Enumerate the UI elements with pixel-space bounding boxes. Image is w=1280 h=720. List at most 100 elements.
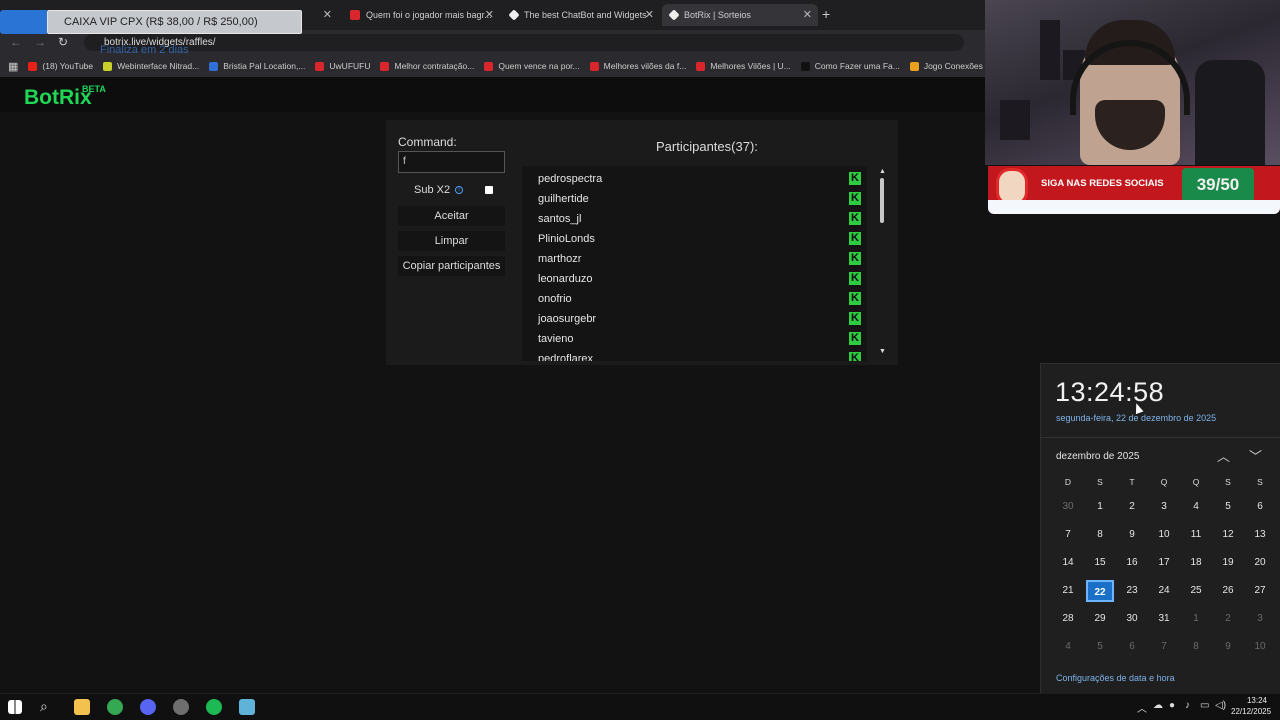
calendar-day[interactable]: 5 — [1086, 636, 1114, 658]
calendar-day[interactable]: 9 — [1214, 636, 1242, 658]
kick-logo-icon: K — [849, 212, 861, 225]
url-field[interactable]: botrix.live/widgets/raffles/ — [84, 34, 964, 51]
taskbar-clock[interactable]: 13:24 22/12/2025 — [1231, 695, 1271, 717]
tab-close-icon[interactable]: ✕ — [645, 8, 654, 21]
scroll-thumb[interactable] — [880, 178, 884, 223]
calendar-day[interactable]: 18 — [1182, 552, 1210, 574]
calendar-day[interactable]: 6 — [1246, 496, 1274, 518]
calendar-day[interactable]: 5 — [1214, 496, 1242, 518]
volume-icon[interactable]: ◁) — [1215, 700, 1226, 711]
calendar-day[interactable]: 30 — [1118, 608, 1146, 630]
date-time-settings-link[interactable]: Configurações de data e hora — [1056, 673, 1175, 683]
participants-list[interactable]: pedrospectra Kguilhertide Ksantos_jl K Plini… — [522, 166, 867, 361]
browser-tab-2[interactable]: Quem foi o jogador mais bagr... ✕ — [342, 4, 500, 26]
back-icon[interactable]: ← — [10, 35, 22, 49]
calendar-day[interactable]: 21 — [1054, 580, 1082, 602]
chevron-down-icon[interactable]: ﹀ — [1249, 446, 1262, 465]
bookmark-item[interactable]: (18) YouTube — [28, 61, 93, 71]
bookmark-item[interactable]: Melhores Vilões | U... — [696, 61, 791, 71]
calendar-day[interactable]: 16 — [1118, 552, 1146, 574]
microphone-icon[interactable]: ♪ — [1185, 700, 1190, 711]
clear-button[interactable]: Limpar — [398, 231, 505, 251]
kick-logo-icon: K — [849, 292, 861, 305]
tab-close-icon[interactable]: ✕ — [803, 8, 812, 21]
calendar-day[interactable]: 24 — [1150, 580, 1178, 602]
spotify-icon[interactable] — [206, 699, 222, 715]
apps-grid-icon[interactable]: ▦ — [8, 60, 18, 73]
calendar-day[interactable]: 10 — [1150, 524, 1178, 546]
calendar-day[interactable]: 10 — [1246, 636, 1274, 658]
participant-name: pedroflarex — [538, 353, 594, 361]
windows-start-icon[interactable] — [8, 700, 22, 714]
bookmark-item[interactable]: Bristia Pal Location,... — [209, 61, 305, 71]
tab-close-icon[interactable]: ✕ — [485, 8, 494, 21]
browser-tab-active[interactable]: BotRix | Sorteios ✕ — [662, 4, 818, 26]
full-date[interactable]: segunda-feira, 22 de dezembro de 2025 — [1056, 413, 1216, 423]
reload-icon[interactable]: ↻ — [58, 35, 68, 49]
calendar-day[interactable]: 2 — [1118, 496, 1146, 518]
calendar-day[interactable]: 23 — [1118, 580, 1146, 602]
tray-chevron-icon[interactable]: ︿ — [1137, 700, 1147, 715]
network-icon[interactable]: ▭ — [1200, 700, 1209, 711]
notepad-icon[interactable] — [239, 699, 255, 715]
calendar-day[interactable]: 11 — [1182, 524, 1210, 546]
calendar-day[interactable]: 13 — [1246, 524, 1274, 546]
calendar-day[interactable]: 19 — [1214, 552, 1242, 574]
toast-accent — [0, 10, 47, 34]
forward-icon[interactable]: → — [34, 35, 46, 49]
copy-participants-button[interactable]: Copiar participantes — [398, 256, 505, 276]
calendar-day[interactable]: 15 — [1086, 552, 1114, 574]
bookmark-label: Quem vence na por... — [498, 61, 580, 71]
calendar-day[interactable]: 4 — [1054, 636, 1082, 658]
calendar-day[interactable]: 14 — [1054, 552, 1082, 574]
calendar-month[interactable]: dezembro de 2025 — [1056, 451, 1139, 462]
calendar-day[interactable]: 3 — [1150, 496, 1178, 518]
bookmark-item[interactable]: Melhores vilões da f... — [589, 61, 686, 71]
info-icon[interactable]: i — [455, 186, 464, 194]
search-icon[interactable]: ⌕ — [40, 698, 48, 715]
calendar-day[interactable]: 20 — [1246, 552, 1274, 574]
calendar-day[interactable]: 2 — [1214, 608, 1242, 630]
bookmark-item[interactable]: Como Fazer uma Fa... — [800, 61, 900, 71]
calendar-day[interactable]: 1 — [1086, 496, 1114, 518]
calendar-day[interactable]: 1 — [1182, 608, 1210, 630]
calendar-day[interactable]: 4 — [1182, 496, 1210, 518]
calendar-day-today[interactable]: 22 — [1085, 579, 1115, 603]
discord-icon[interactable] — [140, 699, 156, 715]
cloud-icon[interactable]: ☁ — [1153, 700, 1163, 711]
calendar-day[interactable]: 29 — [1086, 608, 1114, 630]
calendar-day[interactable]: 26 — [1214, 580, 1242, 602]
calendar-day[interactable]: 7 — [1054, 524, 1082, 546]
calendar-day[interactable]: 8 — [1182, 636, 1210, 658]
calendar-day[interactable]: 17 — [1150, 552, 1178, 574]
participants-scrollbar[interactable]: ▲ ▼ — [877, 166, 887, 361]
bookmark-item[interactable]: UwUFUFU — [315, 61, 370, 71]
calendar-day[interactable]: 28 — [1054, 608, 1082, 630]
calendar-day[interactable]: 25 — [1182, 580, 1210, 602]
calendar-day[interactable]: 6 — [1118, 636, 1146, 658]
calendar-day[interactable]: 12 — [1214, 524, 1242, 546]
accept-button[interactable]: Aceitar — [398, 206, 505, 226]
bookmark-item[interactable]: Quem vence na por... — [484, 61, 580, 71]
tray-app-icon[interactable]: ● — [1169, 700, 1175, 711]
obs-icon[interactable] — [173, 699, 189, 715]
calendar-day[interactable]: 9 — [1118, 524, 1146, 546]
new-tab-icon[interactable]: + — [822, 6, 830, 22]
bookmark-item[interactable]: Webinterface Nitrad... — [103, 61, 199, 71]
calendar-day[interactable]: 3 — [1246, 608, 1274, 630]
file-explorer-icon[interactable] — [74, 699, 90, 715]
command-input[interactable]: f — [398, 151, 505, 173]
calendar-day[interactable]: 8 — [1086, 524, 1114, 546]
chrome-icon[interactable] — [107, 699, 123, 715]
scroll-up-icon[interactable]: ▲ — [879, 168, 886, 175]
browser-tab-3[interactable]: The best ChatBot and Widgets ✕ — [502, 4, 660, 26]
calendar-day[interactable]: 27 — [1246, 580, 1274, 602]
bookmark-item[interactable]: Melhor contratação... — [380, 61, 474, 71]
sub-x2-checkbox[interactable] — [485, 186, 493, 194]
calendar-day[interactable]: 30 — [1054, 496, 1082, 518]
chevron-up-icon[interactable]: ︿ — [1217, 446, 1230, 465]
tab-close-icon[interactable]: ✕ — [323, 8, 332, 21]
scroll-down-icon[interactable]: ▼ — [879, 348, 886, 355]
calendar-day[interactable]: 31 — [1150, 608, 1178, 630]
calendar-day[interactable]: 7 — [1150, 636, 1178, 658]
